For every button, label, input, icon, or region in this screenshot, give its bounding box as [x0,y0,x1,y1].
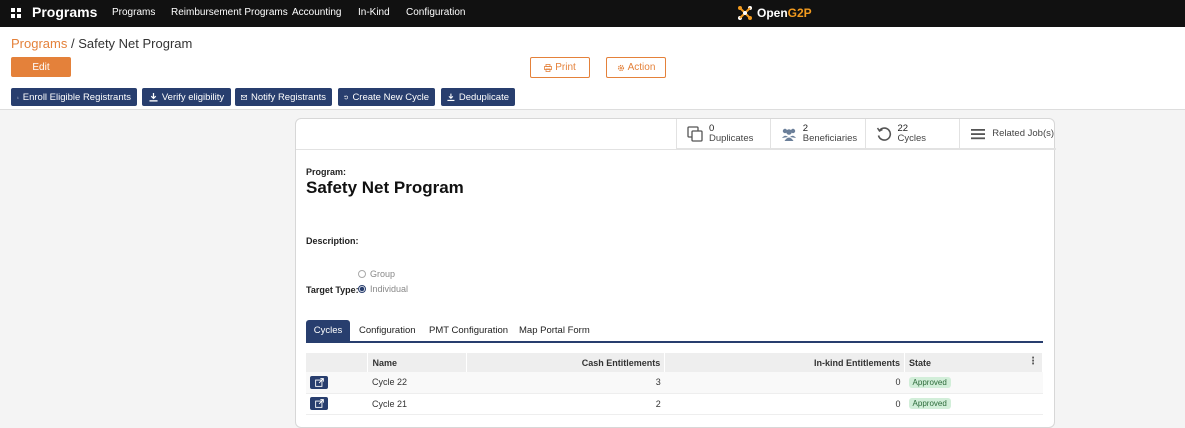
brand-name: OpenG2P [757,6,812,20]
menu-programs[interactable]: Programs [112,7,155,18]
action-label: Action [628,62,656,73]
cycle-name-cell: Cycle 21 [368,393,467,414]
cycle-name-cell: Cycle 22 [368,372,467,393]
menu-in-kind[interactable]: In-Kind [358,7,390,18]
open-cell [306,372,368,393]
tab-configuration[interactable]: Configuration [359,320,416,341]
history-icon [876,126,892,142]
download-icon [149,93,158,102]
create-cycle-label: Create New Cycle [352,92,429,103]
app-title: Programs [32,4,97,20]
table-header-inkind[interactable]: In-kind Entitlements [665,353,905,372]
list-icon [970,126,986,142]
print-icon [544,64,552,72]
target-type-individual-label: Individual [370,284,408,294]
status-badge: Approved [909,398,951,409]
action-button[interactable]: Action [606,57,666,78]
notify-label: Notify Registrants [251,92,326,103]
program-name: Safety Net Program [306,178,464,198]
enroll-eligible-registrants-button[interactable]: Enroll Eligible Registrants [11,88,137,106]
download-icon [447,93,455,102]
cash-entitlements-cell: 3 [467,372,665,393]
state-cell: Approved [905,372,1043,393]
copy-icon [687,126,703,142]
breadcrumb-separator: / [67,36,78,51]
open-record-button[interactable] [310,397,328,410]
form-sheet: 0Duplicates 2Beneficiaries 22Cycles [295,118,1055,428]
related-jobs-label: Related Job(s) [992,129,1054,139]
print-label: Print [555,62,576,73]
breadcrumb-programs-link[interactable]: Programs [11,36,67,51]
target-type-group-label: Group [370,269,395,279]
deduplicate-button[interactable]: Deduplicate [441,88,515,106]
smart-button-box: 0Duplicates 2Beneficiaries 22Cycles [676,119,1056,149]
table-header-state-label: State [909,358,931,368]
state-cell: Approved [905,393,1043,414]
table-header-row: Name Cash Entitlements In-kind Entitleme… [306,353,1043,372]
target-type-group-radio[interactable] [358,270,366,278]
tab-pmt-configuration[interactable]: PMT Configuration [429,320,508,341]
cash-entitlements-cell: 2 [467,393,665,414]
table-header-state[interactable]: State ⋮ [905,353,1043,372]
inkind-entitlements-cell: 0 [665,372,905,393]
cycles-stat-button[interactable]: 22Cycles [866,119,961,149]
openg2p-logo-icon [736,4,754,22]
target-type-individual-radio[interactable] [358,285,366,293]
enroll-label: Enroll Eligible Registrants [23,92,131,103]
refresh-icon [344,93,348,102]
print-button[interactable]: Print [530,57,590,78]
inkind-entitlements-cell: 0 [665,393,905,414]
notebook-tabs: Cycles Configuration PMT Configuration M… [306,320,1043,343]
brand-logo: OpenG2P [736,4,812,22]
control-panel: Programs / Safety Net Program Edit Print… [0,27,1185,110]
tab-cycles[interactable]: Cycles [306,320,350,341]
beneficiaries-label: Beneficiaries [803,134,857,144]
apps-grid-icon[interactable] [11,8,22,18]
table-row[interactable]: Cycle 22 3 0 Approved [306,372,1043,393]
notify-registrants-button[interactable]: Notify Registrants [235,88,332,106]
sheet-divider [296,149,1056,150]
top-navbar: Programs Programs Reimbursement Programs… [0,0,1185,27]
open-record-button[interactable] [310,376,328,389]
related-jobs-stat-button[interactable]: Related Job(s) [960,119,1056,149]
menu-configuration[interactable]: Configuration [406,7,465,18]
duplicates-stat-button[interactable]: 0Duplicates [677,119,771,149]
breadcrumb: Programs / Safety Net Program [11,36,192,51]
users-icon [781,126,797,142]
menu-reimbursement-programs[interactable]: Reimbursement Programs [171,7,288,18]
program-label: Program: [306,167,346,177]
external-link-icon [315,399,324,408]
deduplicate-label: Deduplicate [459,92,509,103]
download-icon [17,93,19,102]
open-cell [306,393,368,414]
breadcrumb-current: Safety Net Program [78,36,192,51]
beneficiaries-stat-button[interactable]: 2Beneficiaries [771,119,866,149]
table-header-cash[interactable]: Cash Entitlements [467,353,665,372]
table-header-open [306,353,368,372]
duplicates-label: Duplicates [709,134,753,144]
table-header-name[interactable]: Name [368,353,467,372]
edit-button[interactable]: Edit [11,57,71,77]
menu-accounting[interactable]: Accounting [292,7,341,18]
description-label: Description: [306,236,359,246]
target-type-label: Target Type: [306,285,359,295]
verify-eligibility-button[interactable]: Verify eligibility [142,88,231,106]
gear-icon [617,64,625,72]
column-options-icon[interactable]: ⋮ [1028,356,1038,367]
verify-label: Verify eligibility [162,92,224,103]
cycles-table: Name Cash Entitlements In-kind Entitleme… [306,353,1043,415]
tab-map-portal-form[interactable]: Map Portal Form [519,320,590,341]
create-new-cycle-button[interactable]: Create New Cycle [338,88,435,106]
status-badge: Approved [909,377,951,388]
table-row[interactable]: Cycle 21 2 0 Approved [306,393,1043,414]
envelope-icon [241,93,247,102]
cycles-label: Cycles [898,134,927,144]
external-link-icon [315,378,324,387]
